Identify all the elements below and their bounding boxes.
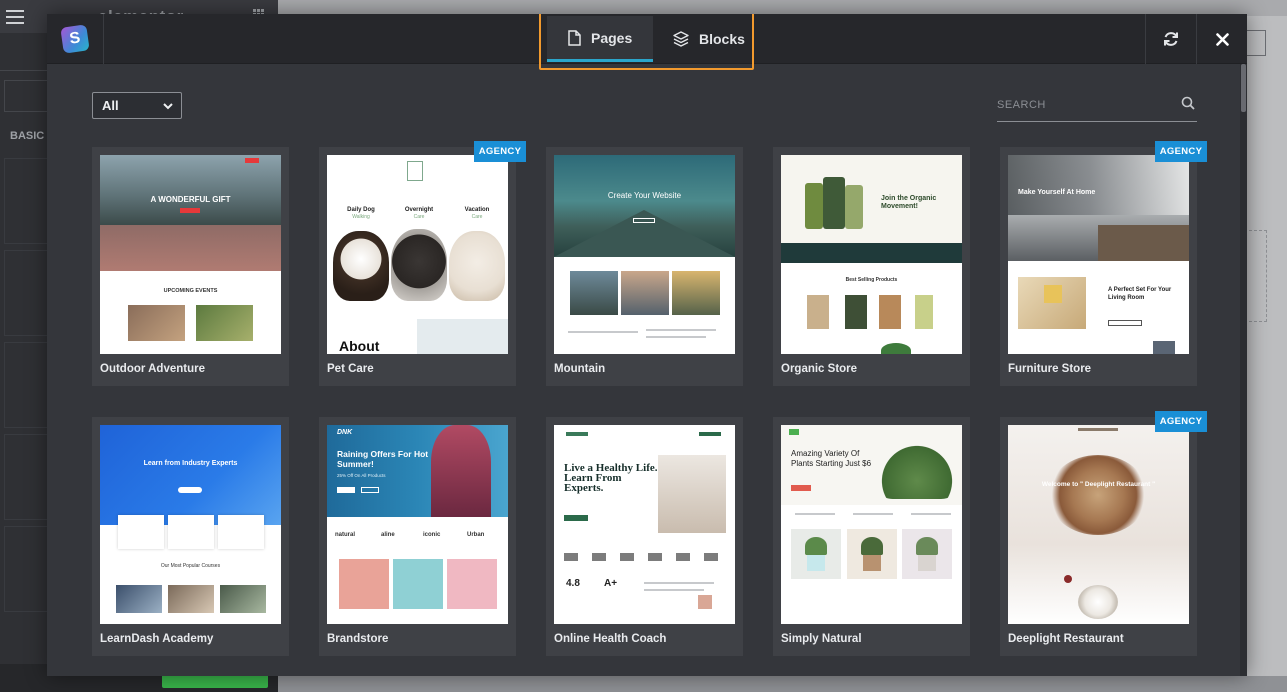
thumb-text: Amazing Variety Of Plants Starting Just … (791, 449, 872, 468)
thumb-text: Make Yourself At Home (1018, 189, 1096, 196)
modal-scrollbar[interactable] (1240, 64, 1247, 676)
canvas-dropzone[interactable] (1249, 230, 1267, 322)
canvas-scrollbar[interactable] (278, 676, 1287, 692)
thumb-text: Vacation (464, 207, 490, 213)
template-card[interactable]: Join the Organic Movement! Best Selling … (773, 147, 970, 386)
thumb-text: A+ (604, 578, 618, 589)
thumb-text: Walking (352, 214, 370, 220)
template-library-modal: S Pages Blocks All SEARCH A WONDERFUL GI… (47, 14, 1247, 676)
tab-blocks-label: Blocks (699, 31, 745, 47)
tab-pages[interactable]: Pages (547, 16, 653, 62)
template-thumbnail: DNK Raining Offers For Hot Summer! 25% O… (327, 425, 508, 624)
thumb-text: Care (413, 214, 425, 220)
template-card[interactable]: Daily Dog Overnight Vacation Walking Car… (319, 141, 526, 386)
template-thumbnail: Daily Dog Overnight Vacation Walking Car… (327, 155, 508, 354)
tabs-highlight: Pages Blocks (539, 14, 754, 70)
template-name: Outdoor Adventure (100, 363, 205, 375)
thumb-text: Care (471, 214, 483, 220)
chevron-down-icon (163, 103, 173, 110)
thumb-text: UPCOMING EVENTS (163, 288, 218, 294)
thumb-text: About (339, 338, 380, 354)
modal-scrollbar-thumb[interactable] (1241, 64, 1246, 112)
thumb-text: Join the Organic Movement! (881, 195, 937, 210)
template-thumbnail: Amazing Variety Of Plants Starting Just … (781, 425, 962, 624)
editor-section-label: BASIC (10, 130, 45, 142)
thumb-text: A Perfect Set For Your Living Room (1108, 287, 1172, 301)
hamburger-menu-icon[interactable] (6, 9, 24, 24)
thumb-text: DNK (337, 429, 353, 436)
thumb-text: A WONDERFUL GIFT (150, 195, 231, 204)
template-thumbnail: A WONDERFUL GIFT UPCOMING EVENTS (100, 155, 281, 354)
close-button[interactable] (1196, 14, 1247, 64)
template-name: Mountain (554, 363, 606, 375)
thumb-text: Urban (467, 532, 485, 538)
agency-badge: AGENCY (1155, 141, 1207, 162)
template-name: Furniture Store (1008, 363, 1092, 375)
template-name: Organic Store (781, 363, 858, 375)
template-name: Deeplight Restaurant (1008, 633, 1124, 645)
thumb-text: Our Most Popular Courses (160, 563, 221, 569)
thumb-text: Overnight (404, 207, 434, 213)
thumb-text: Live a Healthy Life. Learn From Experts. (564, 462, 658, 494)
page-icon (568, 29, 581, 46)
template-thumbnail: Create Your Website (554, 155, 735, 354)
logo: S (47, 14, 104, 64)
logo-icon: S (60, 24, 90, 54)
template-thumbnail: Live a Healthy Life. Learn From Experts.… (554, 425, 735, 624)
refresh-button[interactable] (1145, 14, 1196, 64)
search-input[interactable]: SEARCH (997, 96, 1197, 122)
thumb-text: Best Selling Products (845, 277, 898, 283)
filter-selected-value: All (102, 98, 119, 113)
tab-pages-label: Pages (591, 29, 633, 46)
thumb-text: 25% Off On All Products (337, 473, 386, 478)
template-card[interactable]: A WONDERFUL GIFT UPCOMING EVENTS Outdoor… (92, 147, 289, 386)
template-name: Brandstore (327, 633, 389, 645)
agency-badge: AGENCY (1155, 411, 1207, 432)
template-card[interactable]: Create Your Website Mountain (546, 147, 743, 386)
template-thumbnail: Welcome to " Deeplight Restaurant " (1008, 425, 1189, 624)
thumb-text: natural (335, 532, 356, 538)
template-card[interactable]: Make Yourself At Home A Perfect Set For … (1000, 141, 1207, 386)
thumb-text: 4.8 (566, 578, 580, 589)
layers-icon (673, 31, 689, 47)
thumb-text: Daily Dog (347, 207, 375, 213)
thumb-text: aline (381, 532, 395, 538)
template-thumbnail: Learn from Industry Experts Our Most Pop… (100, 425, 281, 624)
search-placeholder: SEARCH (997, 99, 1046, 111)
thumb-text: iconic (423, 532, 441, 538)
template-name: Online Health Coach (554, 633, 667, 645)
template-card[interactable]: DNK Raining Offers For Hot Summer! 25% O… (319, 417, 516, 656)
thumb-text: Welcome to " Deeplight Restaurant " (1041, 481, 1156, 488)
template-thumbnail: Join the Organic Movement! Best Selling … (781, 155, 962, 354)
tab-blocks[interactable]: Blocks (657, 16, 752, 62)
search-icon (1181, 96, 1195, 110)
refresh-icon (1164, 32, 1178, 46)
template-name: LearnDash Academy (100, 633, 214, 645)
category-filter-select[interactable]: All (92, 92, 182, 119)
template-name: Pet Care (327, 363, 374, 375)
canvas-button[interactable] (1246, 30, 1266, 56)
thumb-text: Create Your Website (607, 191, 682, 200)
template-card[interactable]: Welcome to " Deeplight Restaurant " AGEN… (1000, 411, 1207, 656)
close-icon (1215, 32, 1229, 46)
modal-header: S Pages Blocks (47, 14, 1247, 70)
template-card[interactable]: Amazing Variety Of Plants Starting Just … (773, 417, 970, 656)
template-name: Simply Natural (781, 633, 862, 645)
template-thumbnail: Make Yourself At Home A Perfect Set For … (1008, 155, 1189, 354)
thumb-text: Learn from Industry Experts (143, 460, 238, 467)
agency-badge: AGENCY (474, 141, 526, 162)
template-card[interactable]: Live a Healthy Life. Learn From Experts.… (546, 417, 743, 656)
template-card[interactable]: Learn from Industry Experts Our Most Pop… (92, 417, 289, 656)
thumb-text: Raining Offers For Hot Summer! (337, 449, 429, 469)
